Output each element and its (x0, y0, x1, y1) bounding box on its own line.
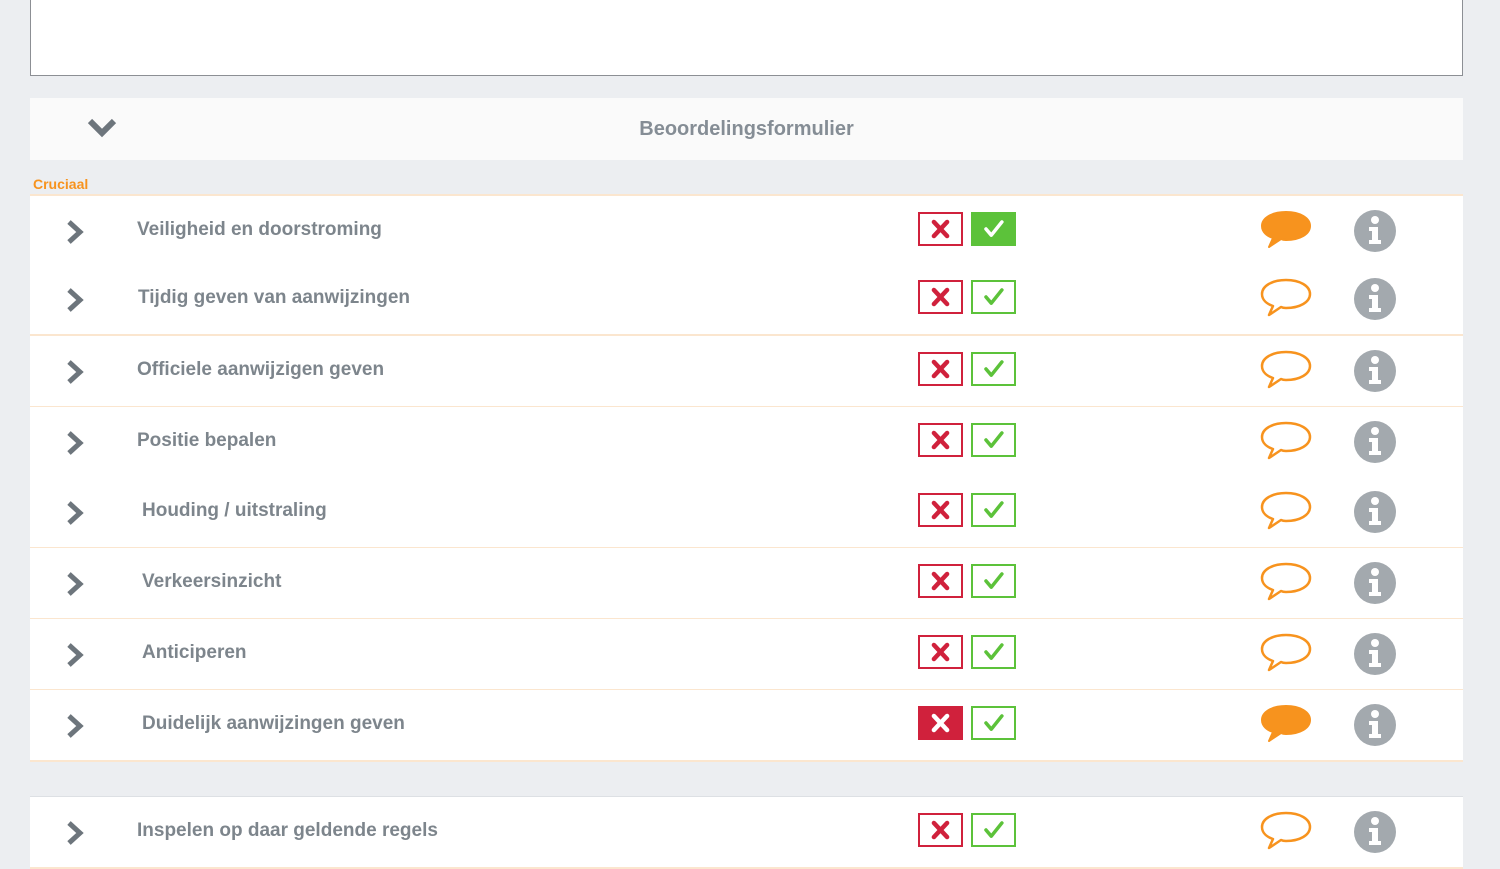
speech-bubble-icon[interactable] (1260, 702, 1312, 744)
cross-icon (931, 430, 950, 450)
cross-icon (931, 642, 950, 662)
pass-button[interactable] (971, 813, 1016, 847)
chevron-right-icon[interactable] (64, 358, 86, 386)
info-icon[interactable] (1353, 277, 1397, 321)
speech-bubble-icon[interactable] (1260, 560, 1312, 602)
info-icon[interactable] (1353, 703, 1397, 747)
chevron-right-icon[interactable] (64, 819, 86, 847)
chevron-right-icon[interactable] (64, 218, 86, 246)
speech-bubble-icon[interactable] (1260, 419, 1312, 461)
fail-button[interactable] (918, 280, 963, 314)
checkmark-icon (984, 220, 1004, 237)
info-icon[interactable] (1353, 349, 1397, 393)
criterion-label: Anticiperen (142, 642, 247, 663)
speech-bubble-icon[interactable] (1260, 489, 1312, 531)
fail-button[interactable] (918, 706, 963, 740)
chevron-right-icon[interactable] (64, 499, 86, 527)
criterion-row: Duidelijk aanwijzingen geven (30, 690, 1463, 762)
criterion-label: Verkeersinzicht (142, 571, 282, 592)
checkmark-icon (984, 714, 1004, 731)
checkmark-icon (984, 431, 1004, 448)
cross-icon (931, 219, 950, 239)
fail-button[interactable] (918, 493, 963, 527)
fail-button[interactable] (918, 212, 963, 246)
criterion-row: Officiele aanwijzigen geven (30, 336, 1463, 408)
group-label: Cruciaal (33, 176, 89, 192)
info-icon[interactable] (1353, 810, 1397, 854)
fail-button[interactable] (918, 352, 963, 386)
criterion-label: Officiele aanwijzigen geven (137, 359, 385, 380)
speech-bubble-icon[interactable] (1260, 631, 1312, 673)
info-icon[interactable] (1353, 209, 1397, 253)
pass-button[interactable] (971, 352, 1016, 386)
section-header[interactable]: Beoordelingsformulier (30, 98, 1463, 160)
cross-icon (931, 820, 950, 840)
pass-button[interactable] (971, 212, 1016, 246)
criterion-row: Inspelen op daar geldende regels (30, 796, 1463, 869)
chevron-right-icon[interactable] (64, 712, 86, 740)
fail-button[interactable] (918, 564, 963, 598)
speech-bubble-icon[interactable] (1260, 208, 1312, 250)
cross-icon (931, 500, 950, 520)
checkmark-icon (984, 643, 1004, 660)
criterion-label: Tijdig geven van aanwijzingen (138, 287, 411, 308)
criterion-label: Veiligheid en doorstroming (137, 219, 382, 240)
criterion-row: Tijdig geven van aanwijzingen (30, 264, 1463, 336)
checkmark-icon (984, 572, 1004, 589)
cross-icon (931, 713, 950, 733)
chevron-right-icon[interactable] (64, 641, 86, 669)
criterion-row: Verkeersinzicht (30, 548, 1463, 620)
criterion-label: Duidelijk aanwijzingen geven (142, 713, 405, 734)
section-title: Beoordelingsformulier (639, 118, 854, 140)
pass-button[interactable] (971, 493, 1016, 527)
cross-icon (931, 287, 950, 307)
speech-bubble-icon[interactable] (1260, 276, 1312, 318)
criterion-label: Inspelen op daar geldende regels (137, 820, 438, 841)
pass-button[interactable] (971, 564, 1016, 598)
pass-button[interactable] (971, 706, 1016, 740)
criterion-label: Houding / uitstraling (142, 500, 327, 521)
checkmark-icon (984, 360, 1004, 377)
info-icon[interactable] (1353, 490, 1397, 534)
pass-button[interactable] (971, 423, 1016, 457)
cross-icon (931, 359, 950, 379)
criterion-row: Houding / uitstraling (30, 477, 1463, 549)
checkmark-icon (984, 821, 1004, 838)
fail-button[interactable] (918, 813, 963, 847)
chevron-right-icon[interactable] (64, 570, 86, 598)
info-icon[interactable] (1353, 420, 1397, 464)
chevron-right-icon[interactable] (64, 429, 86, 457)
fail-button[interactable] (918, 423, 963, 457)
info-icon[interactable] (1353, 561, 1397, 605)
cross-icon (931, 571, 950, 591)
remarks-textarea[interactable] (30, 0, 1463, 76)
fail-button[interactable] (918, 635, 963, 669)
pass-button[interactable] (971, 280, 1016, 314)
criterion-row: Anticiperen (30, 619, 1463, 691)
pass-button[interactable] (971, 635, 1016, 669)
criterion-row: Veiligheid en doorstroming (30, 194, 1463, 268)
speech-bubble-icon[interactable] (1260, 348, 1312, 390)
criterion-row: Positie bepalen (30, 407, 1463, 479)
info-icon[interactable] (1353, 632, 1397, 676)
criterion-label: Positie bepalen (137, 430, 277, 451)
checkmark-icon (984, 501, 1004, 518)
checkmark-icon (984, 288, 1004, 305)
chevron-right-icon[interactable] (64, 286, 86, 314)
